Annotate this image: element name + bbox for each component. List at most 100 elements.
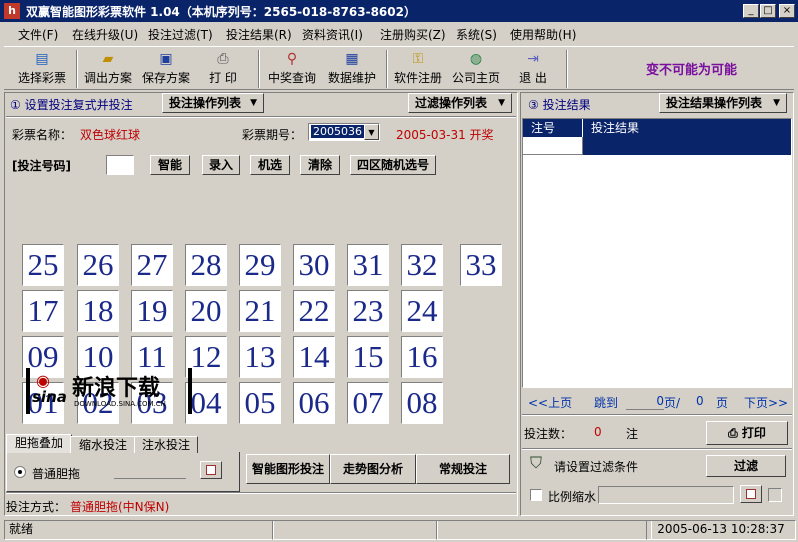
ratio-checkbox-2[interactable] [768,488,782,502]
underline [114,478,186,479]
ratio-input[interactable] [598,486,734,504]
bet-count-label: 投注数： [524,427,573,441]
tab-shrink-bet[interactable]: 缩水投注 [70,436,136,453]
tab-dantuo-overlay[interactable]: 胆拖叠加 [6,434,72,453]
bet-mode-value: 普通胆拖(中N保N) [70,500,170,514]
normal-bet-button[interactable]: 常规投注 [416,454,510,484]
number-ball[interactable]: 33 [460,244,502,286]
menu-bar: 文件(F) 在线升级(U) 投注过滤(T) 投注结果(R) 资料资讯(I) 注册… [0,22,798,44]
toolbar-prize-query[interactable]: ⚲ 中奖查询 [264,49,320,89]
trend-analysis-button[interactable]: 走势图分析 [330,454,416,484]
minimize-button[interactable]: _ [743,4,759,18]
number-ball[interactable]: 24 [401,290,443,332]
menu-update[interactable]: 在线升级(U) [72,26,138,43]
filter-operation-dropdown[interactable]: 过滤操作列表 ▼ [408,93,512,113]
random-button[interactable]: 机选 [250,155,290,175]
number-ball[interactable]: 31 [347,244,389,286]
number-ball[interactable]: 18 [77,290,119,332]
toolbar-homepage[interactable]: ◍ 公司主页 [448,49,504,89]
ratio-options-button[interactable] [740,485,762,503]
menu-info[interactable]: 资料资讯(I) [302,26,363,43]
number-ball[interactable]: 16 [401,336,443,378]
menu-filter[interactable]: 投注过滤(T) [148,26,213,43]
left-section-title: ① 设置投注复式并投注 [10,98,133,112]
print-result-button[interactable]: ⎙ 打印 [706,421,788,445]
number-ball[interactable]: 26 [77,244,119,286]
toolbar: ▤ 选择彩票 ▰ 调出方案 ▣ 保存方案 ⎙ 打 印 ⚲ 中奖查询 ▦ 数据维护… [4,46,794,90]
sina-download-text: 新浪下载 [72,375,161,401]
ticket-icon: ▤ [35,51,49,67]
menu-register[interactable]: 注册购买(Z) [380,26,446,43]
number-ball[interactable]: 05 [239,382,281,424]
bet-number-input[interactable] [106,155,134,175]
toolbar-save-plan[interactable]: ▣ 保存方案 [138,49,194,89]
filter-hint: 请设置过滤条件 [554,460,639,474]
number-ball[interactable]: 30 [293,244,335,286]
number-ball[interactable]: 27 [131,244,173,286]
number-ball[interactable]: 21 [239,290,281,332]
number-ball[interactable]: 20 [185,290,227,332]
number-ball[interactable]: 17 [22,290,64,332]
period-select-value: 2005036 [311,125,364,138]
column-header-result[interactable]: 投注结果 [583,119,791,137]
sina-url: DOWNLOAD.SINA.COM.CN [74,400,166,408]
number-ball[interactable]: 07 [347,382,389,424]
number-ball[interactable]: 19 [131,290,173,332]
table-cell-selected[interactable] [583,137,791,155]
filter-button[interactable]: 过滤 [706,455,786,477]
menu-result[interactable]: 投注结果(R) [226,26,292,43]
page-input[interactable]: 0 [626,394,664,410]
number-ball[interactable]: 06 [293,382,335,424]
maximize-button[interactable]: □ [760,4,776,18]
radio-button[interactable] [14,466,26,478]
toolbar-print[interactable]: ⎙ 打 印 [200,49,246,89]
toolbar-separator [76,50,78,88]
prev-page-link[interactable]: <<上页 [528,394,572,411]
period-select[interactable]: 2005036 ▼ [308,123,380,141]
period-date: 2005-03-31 开奖 [396,128,494,142]
number-ball[interactable]: 28 [185,244,227,286]
close-button[interactable]: × [779,4,795,18]
menu-help[interactable]: 使用帮助(H) [510,26,576,43]
smart-button[interactable]: 智能 [150,155,190,175]
toolbar-select-lottery[interactable]: ▤ 选择彩票 [12,49,72,89]
number-ball[interactable]: 14 [293,336,335,378]
clear-button[interactable]: 清除 [300,155,340,175]
number-ball[interactable]: 29 [239,244,281,286]
column-header-number[interactable]: 注号 [523,119,583,137]
ratio-label: 比例缩水 [548,490,597,504]
toolbar-label: 退 出 [519,71,547,85]
key-icon: ⚿ [412,51,424,67]
divider [6,116,516,118]
toolbar-register[interactable]: ⚿ 软件注册 [390,49,446,89]
ratio-checkbox[interactable] [530,489,542,501]
toolbar-data-maintenance[interactable]: ▦ 数据维护 [324,49,380,89]
result-operation-dropdown[interactable]: 投注结果操作列表 ▼ [659,93,787,113]
toolbar-exit[interactable]: ⇥ 退 出 [508,49,558,89]
number-ball[interactable]: 15 [347,336,389,378]
menu-file[interactable]: 文件(F) [18,26,58,43]
chevron-down-icon[interactable]: ▼ [364,124,379,140]
period-label: 彩票期号： [242,128,303,142]
bet-operation-dropdown[interactable]: 投注操作列表 ▼ [162,93,264,113]
table-cell[interactable] [523,137,583,155]
number-ball[interactable]: 23 [347,290,389,332]
number-ball[interactable]: 13 [239,336,281,378]
number-ball[interactable]: 08 [401,382,443,424]
sina-brand: sina [32,388,67,406]
number-ball[interactable]: 25 [22,244,64,286]
menu-system[interactable]: 系统(S) [456,26,497,43]
tab-water-bet[interactable]: 注水投注 [134,436,198,453]
enter-button[interactable]: 录入 [202,155,240,175]
next-page-link[interactable]: 下页>> [744,394,788,411]
four-zone-random-button[interactable]: 四区随机选号 [350,155,436,175]
number-ball[interactable]: 22 [293,290,335,332]
result-table[interactable]: 注号 投注结果 [522,118,792,388]
total-suffix: 页 [716,396,729,410]
options-button[interactable] [200,461,222,479]
smart-graphic-bet-button[interactable]: 智能图形投注 [246,454,330,484]
slogan: 变不可能为可能 [646,63,738,78]
number-ball[interactable]: 32 [401,244,443,286]
status-text: 就绪 [4,520,274,540]
toolbar-open-plan[interactable]: ▰ 调出方案 [80,49,136,89]
